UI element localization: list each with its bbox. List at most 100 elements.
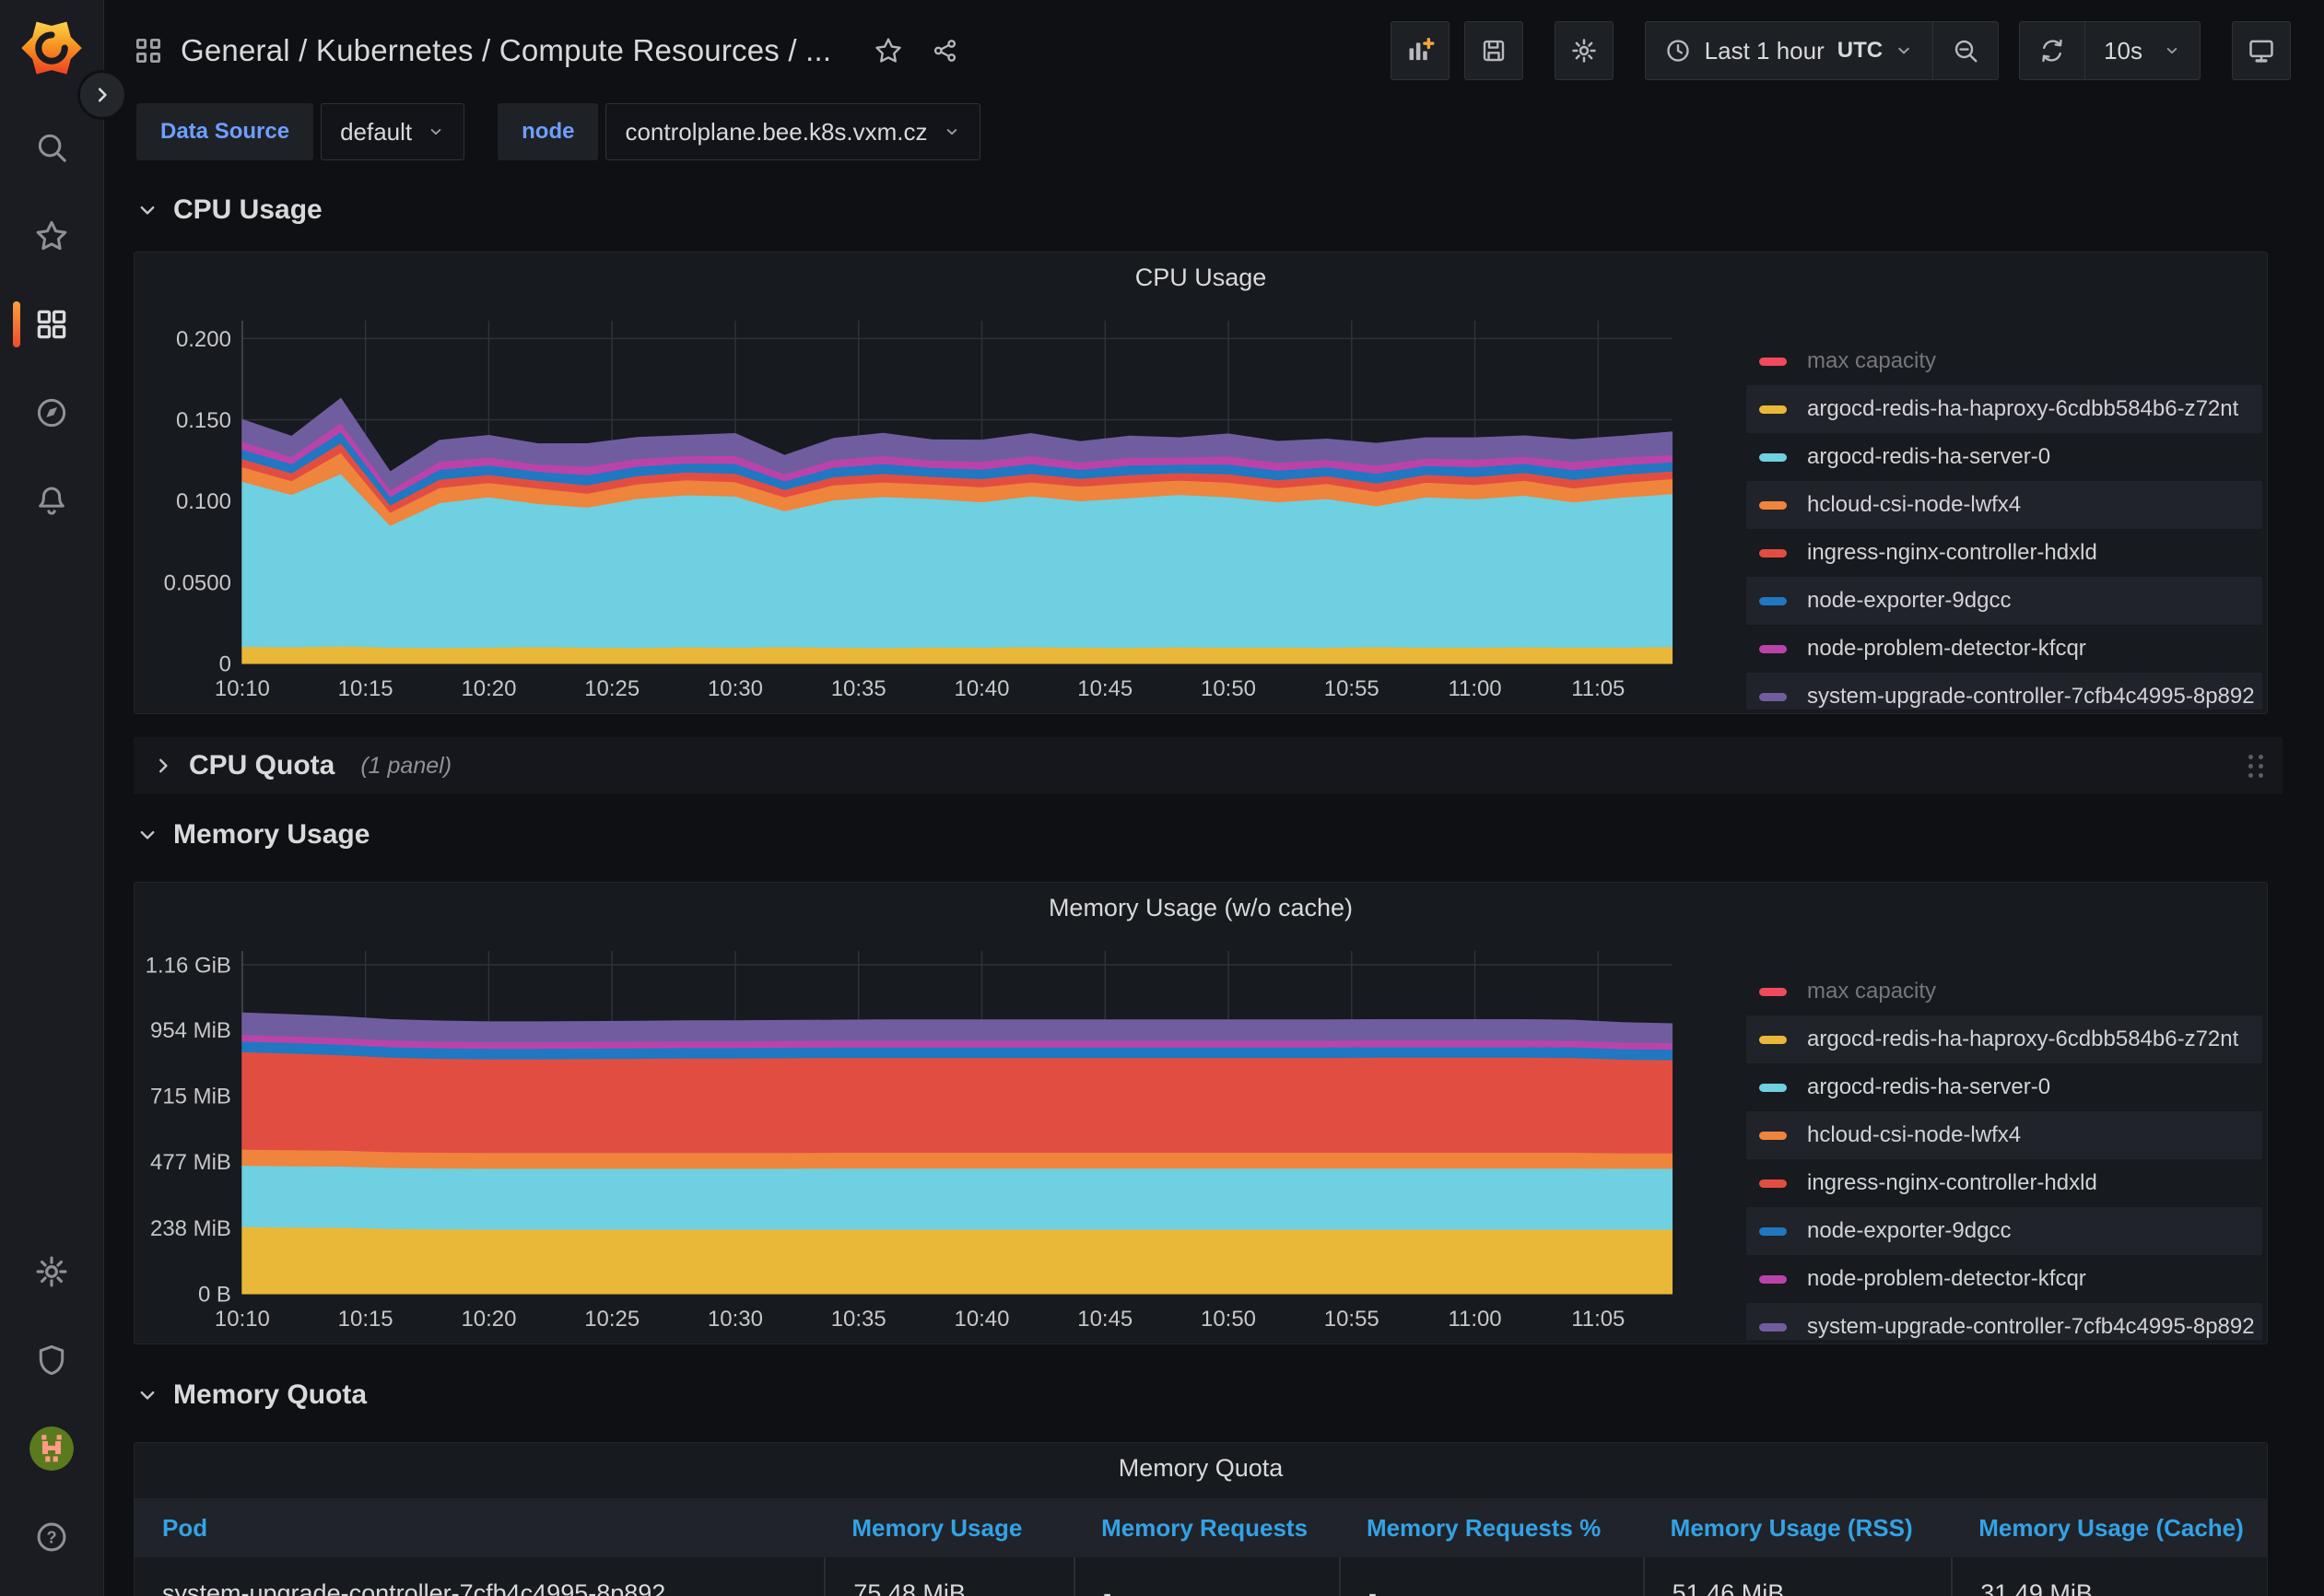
breadcrumb[interactable]: General / Kubernetes / Compute Resources… — [181, 33, 831, 68]
avatar[interactable] — [29, 1426, 74, 1471]
legend-item[interactable]: node-problem-detector-kfcqr — [1746, 625, 2262, 673]
legend-item[interactable]: ingress-nginx-controller-hdxld — [1746, 1159, 2262, 1207]
x-axis-label: 10:55 — [1324, 676, 1379, 701]
datasource-variable-select[interactable]: default — [321, 103, 464, 160]
section-title: Memory Quota — [173, 1379, 367, 1411]
legend-swatch — [1759, 1179, 1787, 1188]
time-range-picker[interactable]: Last 1 hour UTC — [1646, 22, 1932, 79]
legend-item[interactable]: system-upgrade-controller-7cfb4c4995-8p8… — [1746, 673, 2262, 710]
table-column-header[interactable]: Memory Usage — [824, 1498, 1074, 1557]
series-area-system-upgrade-controller-7cfb4c4995-8p892 — [242, 1013, 1673, 1042]
refresh-interval-picker[interactable]: 10s — [2084, 22, 2200, 79]
help-icon[interactable]: ? — [0, 1508, 103, 1567]
zoom-out-button[interactable] — [1932, 22, 1998, 79]
legend-item[interactable]: argocd-redis-ha-haproxy-6cdbb584b6-z72nt — [1746, 1015, 2262, 1063]
grafana-logo[interactable] — [19, 15, 84, 79]
sidebar-expand-button[interactable] — [77, 70, 127, 120]
x-axis-label: 11:05 — [1571, 676, 1625, 701]
gear-icon[interactable] — [0, 1242, 103, 1301]
node-variable-select[interactable]: controlplane.bee.k8s.vxm.cz — [605, 103, 980, 160]
table-column-header[interactable]: Memory Usage (Cache) — [1951, 1498, 2267, 1557]
section-title: Memory Usage — [173, 819, 370, 851]
favorite-star-icon[interactable] — [874, 36, 903, 65]
legend-label: hcloud-csi-node-lwfx4 — [1807, 1122, 2021, 1148]
table-column-header[interactable]: Pod — [135, 1498, 824, 1557]
x-axis-label: 11:00 — [1448, 676, 1501, 701]
legend-item[interactable]: system-upgrade-controller-7cfb4c4995-8p8… — [1746, 1303, 2262, 1340]
chevron-down-icon — [136, 199, 158, 221]
apps-icon[interactable] — [0, 295, 103, 354]
legend-item[interactable]: max capacity — [1746, 968, 2262, 1015]
legend-item[interactable]: ingress-nginx-controller-hdxld — [1746, 529, 2262, 577]
panel-title[interactable]: Memory Usage (w/o cache) — [135, 894, 2267, 922]
share-icon[interactable] — [931, 36, 960, 65]
x-axis-label: 10:40 — [955, 676, 1010, 701]
drag-handle[interactable] — [2248, 755, 2264, 778]
x-axis-label: 10:45 — [1077, 1307, 1133, 1332]
series-area-argocd-redis-ha-server-0 — [242, 1166, 1673, 1229]
table-cell: 75.48 MiB — [824, 1557, 1074, 1596]
y-axis-label: 0.100 — [176, 489, 231, 514]
table-cell: - — [1339, 1557, 1643, 1596]
x-axis-label: 10:20 — [461, 676, 516, 701]
panel-title[interactable]: Memory Quota — [135, 1454, 2267, 1483]
table-column-header[interactable]: Memory Requests — [1074, 1498, 1339, 1557]
panel-title[interactable]: CPU Usage — [135, 264, 2267, 292]
kiosk-mode-button[interactable] — [2232, 21, 2291, 80]
legend-item[interactable]: hcloud-csi-node-lwfx4 — [1746, 1111, 2262, 1159]
legend-item[interactable]: node-problem-detector-kfcqr — [1746, 1255, 2262, 1303]
chevron-down-icon — [427, 123, 445, 141]
legend-item[interactable]: argocd-redis-ha-haproxy-6cdbb584b6-z72nt — [1746, 385, 2262, 433]
x-axis-label: 10:15 — [338, 1307, 393, 1332]
search-icon[interactable] — [0, 118, 103, 177]
legend-label: argocd-redis-ha-server-0 — [1807, 1074, 2050, 1100]
datasource-variable-label: Data Source — [136, 103, 313, 160]
x-axis-label: 10:20 — [461, 1307, 516, 1332]
cpu-usage-legend: max capacity argocd-redis-ha-haproxy-6cdb… — [1746, 337, 2262, 710]
legend-swatch — [1759, 358, 1787, 366]
legend-swatch — [1759, 453, 1787, 462]
legend-label: system-upgrade-controller-7cfb4c4995-8p8… — [1807, 1314, 2255, 1340]
bell-icon[interactable] — [0, 472, 103, 531]
section-cpu-usage[interactable]: CPU Usage — [136, 188, 323, 232]
dashboard-variables: Data Source default node controlplane.be… — [136, 103, 980, 160]
legend-item[interactable]: argocd-redis-ha-server-0 — [1746, 1063, 2262, 1111]
shield-icon[interactable] — [0, 1331, 103, 1390]
legend-item[interactable]: node-exporter-9dgcc — [1746, 1207, 2262, 1255]
legend-item[interactable]: node-exporter-9dgcc — [1746, 577, 2262, 625]
chevron-down-icon — [1894, 41, 1914, 61]
star-icon[interactable] — [0, 206, 103, 265]
legend-label: argocd-redis-ha-haproxy-6cdbb584b6-z72nt — [1807, 396, 2238, 422]
dashboard-settings-button[interactable] — [1555, 21, 1614, 80]
section-memory-usage[interactable]: Memory Usage — [136, 813, 370, 857]
y-axis-label: 0.0500 — [164, 570, 231, 595]
legend-item[interactable]: max capacity — [1746, 337, 2262, 385]
section-memory-quota[interactable]: Memory Quota — [136, 1373, 367, 1417]
legend-swatch — [1759, 1084, 1787, 1092]
legend-item[interactable]: hcloud-csi-node-lwfx4 — [1746, 481, 2262, 529]
legend-swatch — [1759, 1323, 1787, 1332]
legend-label: system-upgrade-controller-7cfb4c4995-8p8… — [1807, 684, 2255, 710]
add-panel-button[interactable] — [1391, 21, 1450, 80]
legend-label: max capacity — [1807, 979, 1936, 1004]
compass-icon[interactable] — [0, 383, 103, 442]
legend-swatch — [1759, 1036, 1787, 1044]
section-cpu-quota[interactable]: CPU Quota (1 panel) — [134, 737, 2283, 794]
x-axis-label: 10:40 — [955, 1307, 1010, 1332]
x-axis-label: 10:55 — [1324, 1307, 1379, 1332]
table-column-header[interactable]: Memory Requests % — [1339, 1498, 1643, 1557]
x-axis-label: 10:25 — [584, 676, 640, 701]
time-range-label: Last 1 hour — [1705, 37, 1825, 65]
save-dashboard-button[interactable] — [1464, 21, 1523, 80]
legend-label: hcloud-csi-node-lwfx4 — [1807, 492, 2021, 518]
refresh-button[interactable] — [2020, 22, 2084, 79]
table-cell: system-upgrade-controller-7cfb4c4995-8p8… — [135, 1557, 824, 1596]
y-axis-label: 0.150 — [176, 408, 231, 433]
legend-swatch — [1759, 405, 1787, 414]
legend-label: node-exporter-9dgcc — [1807, 588, 2011, 614]
table-column-header[interactable]: Memory Usage (RSS) — [1643, 1498, 1952, 1557]
legend-swatch — [1759, 549, 1787, 557]
table-row: system-upgrade-controller-7cfb4c4995-8p8… — [135, 1557, 2267, 1596]
node-variable-label: node — [498, 103, 598, 160]
legend-item[interactable]: argocd-redis-ha-server-0 — [1746, 433, 2262, 481]
